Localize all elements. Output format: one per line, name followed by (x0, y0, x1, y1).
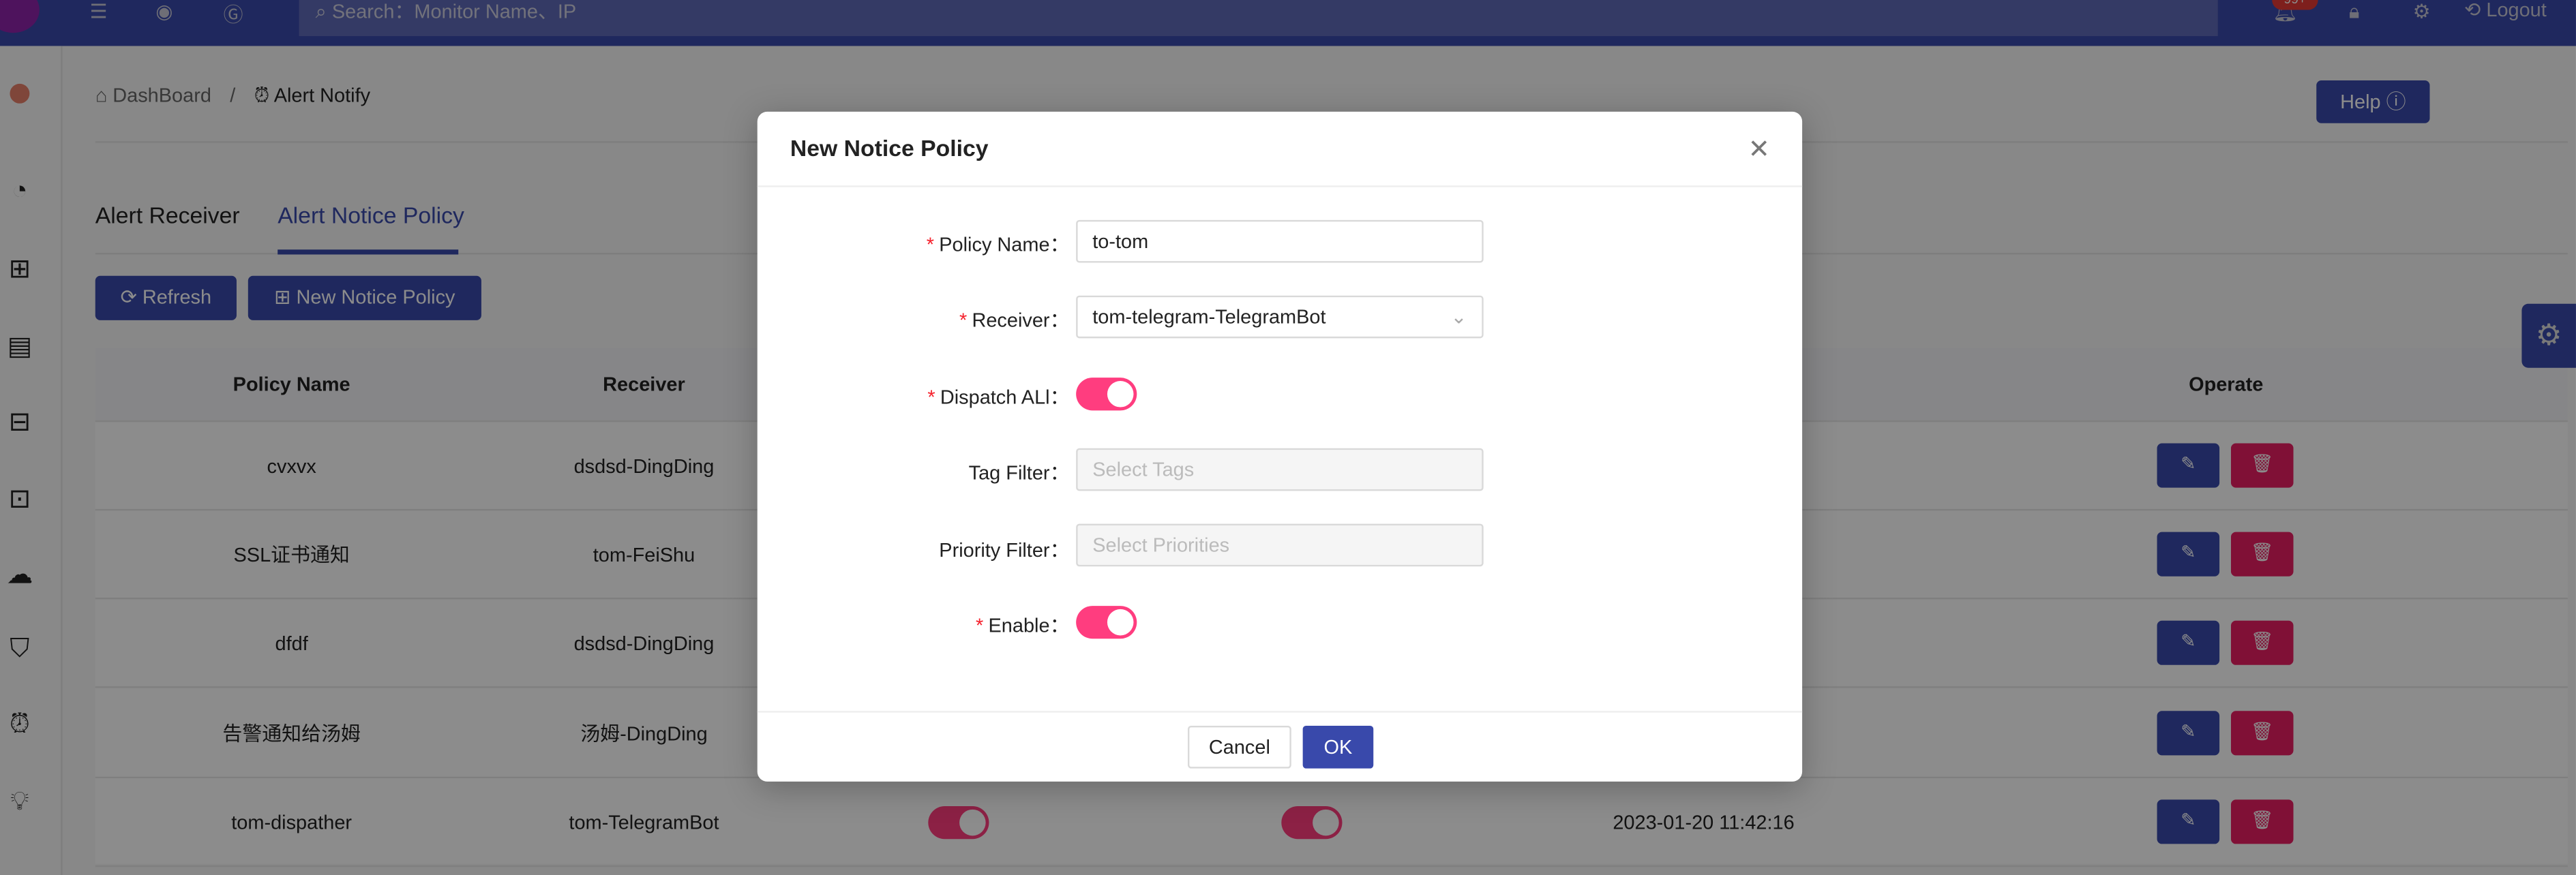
receiver-label: * Receiver： (959, 308, 1070, 332)
receiver-select[interactable]: tom-telegram-TelegramBot ⌄ (1076, 295, 1484, 339)
chevron-down-icon: ⌄ (1450, 305, 1467, 328)
enable-switch[interactable] (1076, 606, 1137, 639)
dispatch-all-switch[interactable] (1076, 378, 1137, 411)
divider (757, 711, 1803, 713)
ok-button[interactable]: OK (1302, 725, 1374, 769)
policy-name-input[interactable]: to-tom (1076, 219, 1484, 263)
close-icon[interactable]: ✕ (1748, 133, 1770, 166)
policy-name-label: * Policy Name： (926, 233, 1070, 256)
dispatch-all-label: * Dispatch ALl： (927, 386, 1070, 409)
tag-filter-select[interactable]: Select Tags (1076, 448, 1484, 491)
cancel-button[interactable]: Cancel (1187, 725, 1291, 769)
divider (757, 185, 1803, 187)
tag-filter-label: Tag Filter： (968, 461, 1070, 485)
enable-label: * Enable： (976, 614, 1070, 637)
priority-filter-select[interactable]: Select Priorities (1076, 523, 1484, 567)
receiver-value: tom-telegram-TelegramBot (1092, 305, 1326, 328)
modal-title: New Notice Policy (790, 134, 989, 162)
new-notice-policy-modal: New Notice Policy ✕ * Policy Name： to-tom… (757, 111, 1803, 782)
priority-filter-label: Priority Filter： (939, 538, 1070, 562)
